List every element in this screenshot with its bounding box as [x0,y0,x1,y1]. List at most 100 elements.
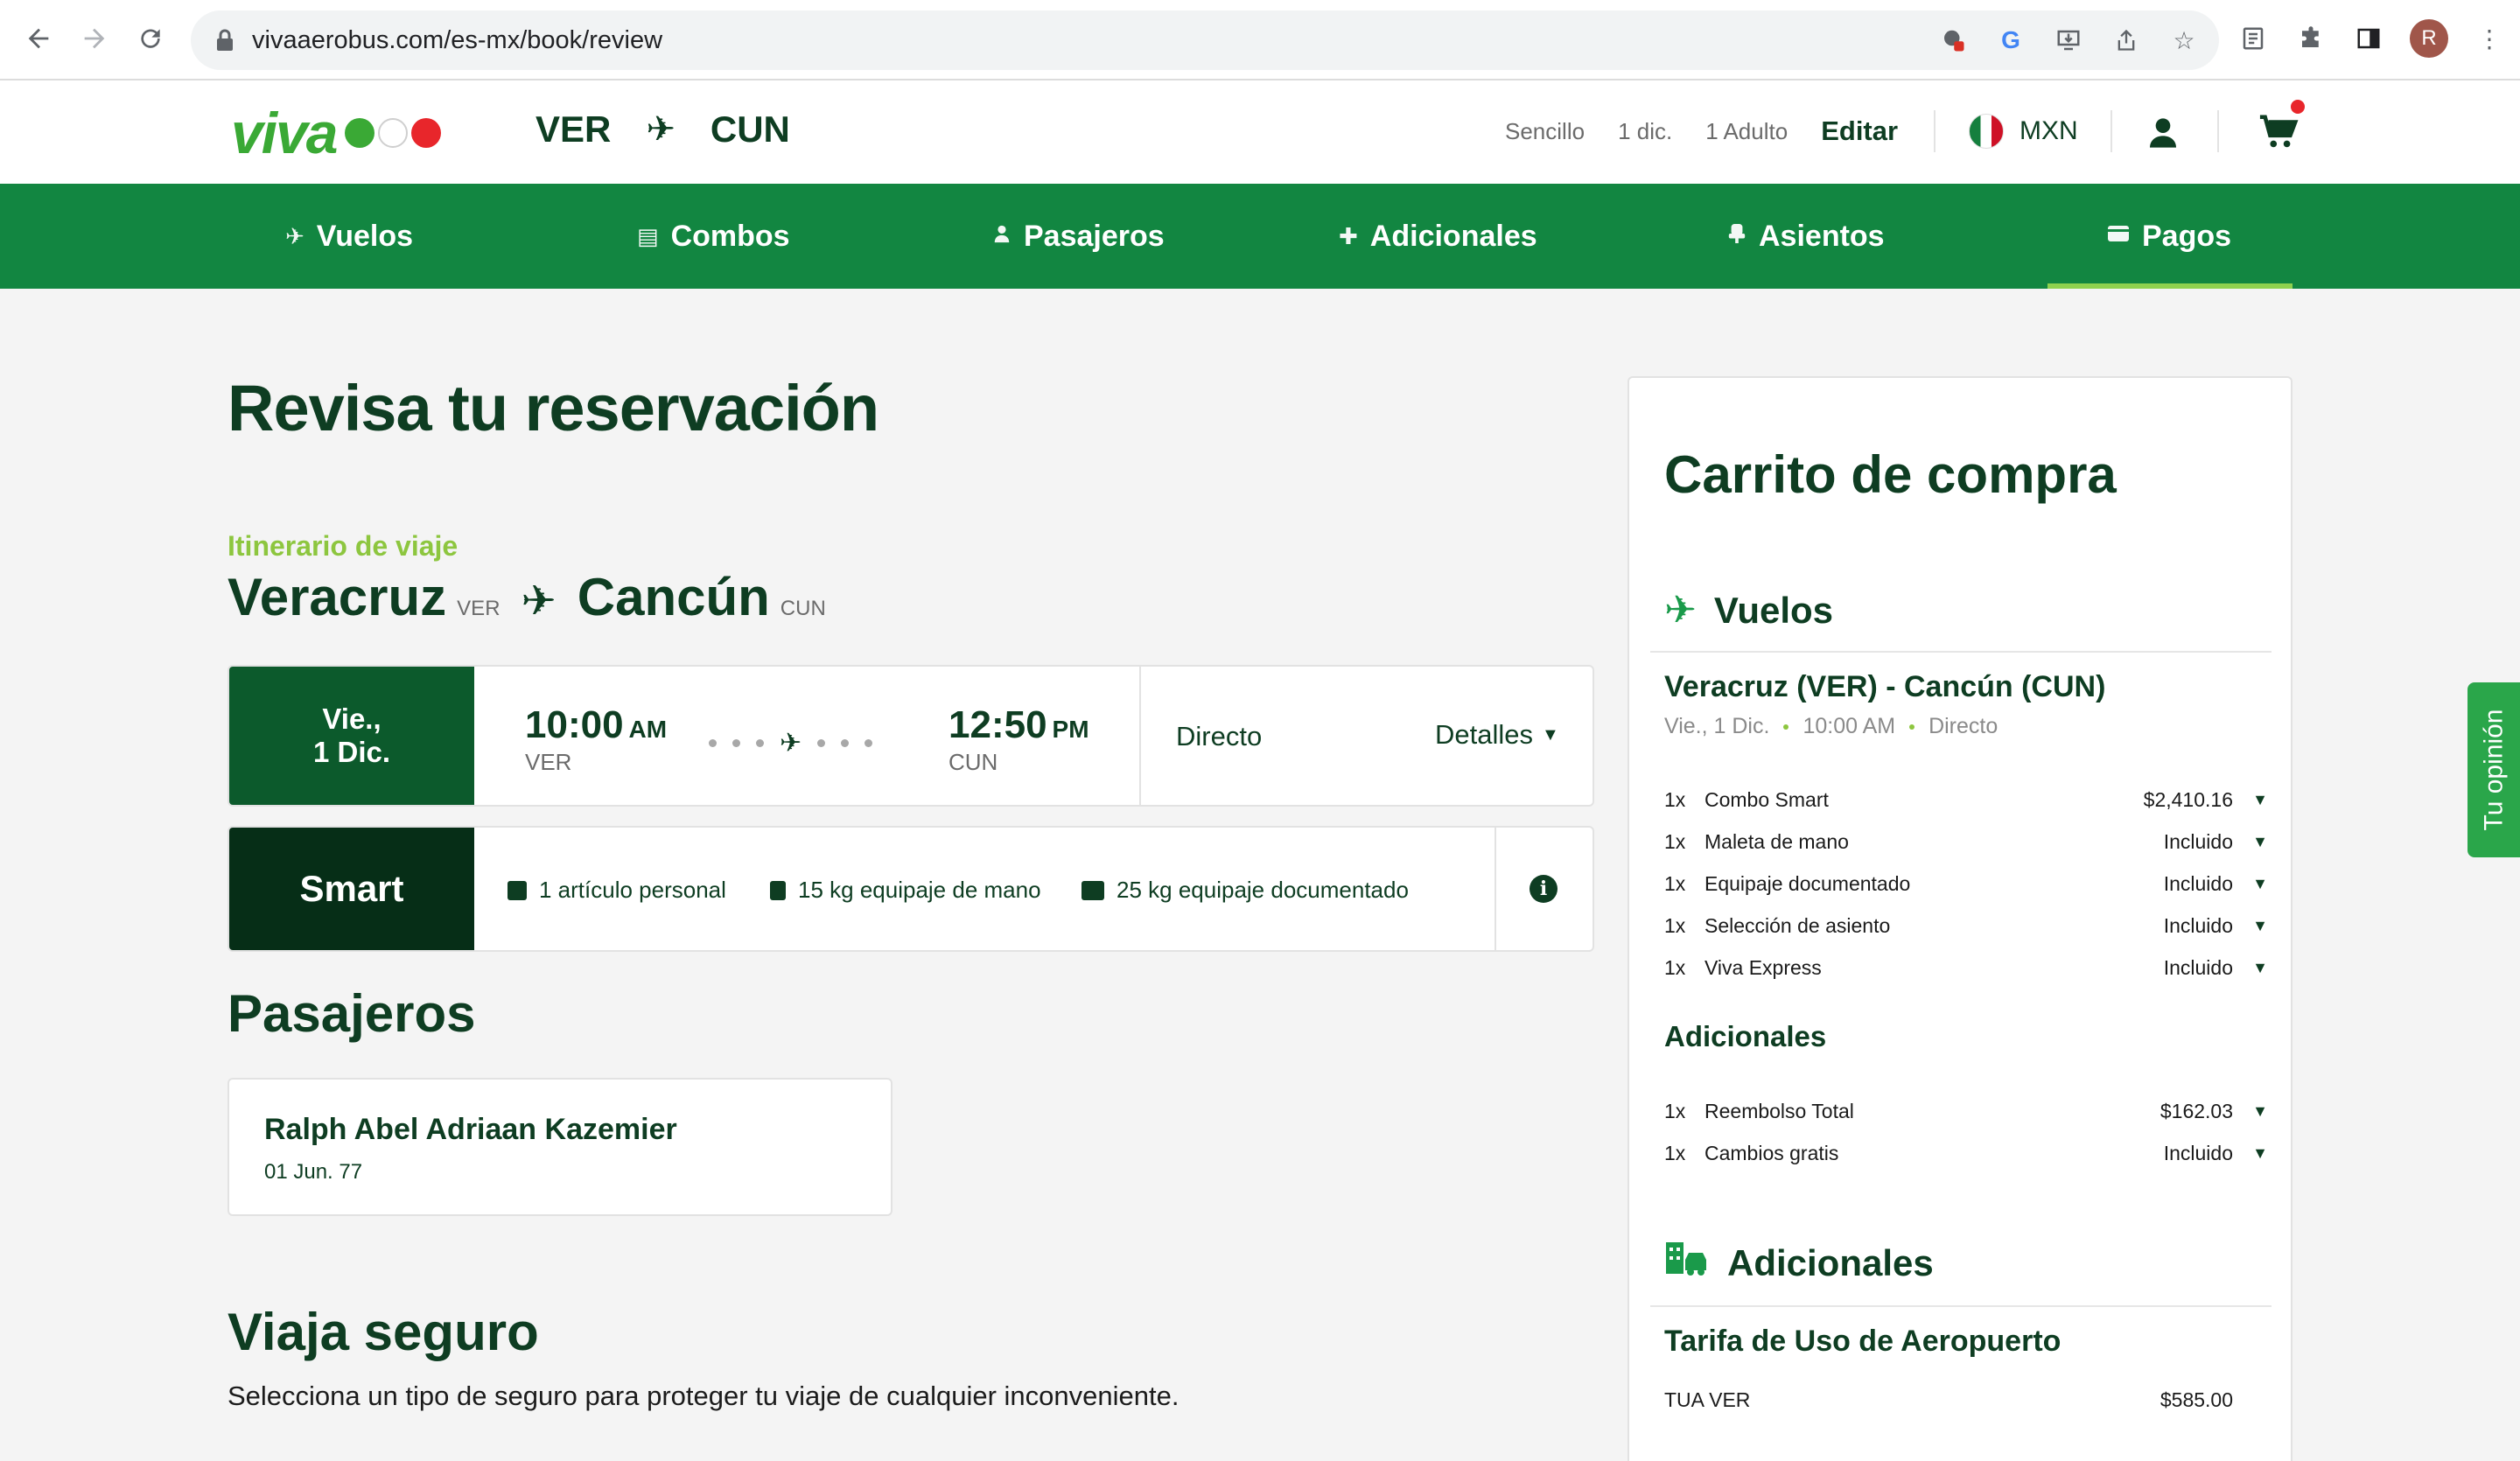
chevron-down-icon[interactable]: ▼ [2233,1144,2268,1163]
flight-date: 1 Dic. [312,736,391,768]
airplane-icon: ✈ [1664,589,1697,632]
origin-city: Veracruz [228,568,447,626]
cart-item[interactable]: 1x Cambios gratis Incluido ▼ [1664,1136,2268,1171]
flight-path: ✈ [709,728,873,758]
chevron-down-icon[interactable]: ▼ [2233,875,2268,893]
google-icon[interactable]: G [1995,24,2026,56]
viva-logo[interactable]: viva [231,100,442,166]
passenger-dob: 01 Jun. 77 [264,1160,363,1184]
chevron-down-icon: ▼ [1542,724,1559,744]
header-divider [2217,110,2219,152]
card-divider [1139,667,1141,805]
departure-time-block: 10:00 AM VER [525,703,668,775]
logo-dots [345,118,442,148]
address-bar[interactable]: vivaaerobus.com/es-mx/book/review G ☆ [191,10,2219,70]
departure-time: 10:00 [525,703,624,746]
chevron-down-icon[interactable]: ▼ [2233,791,2268,809]
step-asientos[interactable]: Asientos [1727,184,1885,289]
fare-card: Smart 1 artículo personal 15 kg equipaje… [228,826,1594,952]
passengers-heading: Pasajeros [228,984,476,1043]
url-text[interactable]: vivaaerobus.com/es-mx/book/review [252,26,662,55]
forward-arrow-icon[interactable] [74,17,116,59]
arrival-time: 12:50 [948,703,1047,746]
cart-item: TUA VER $585.00 [1664,1388,2233,1411]
shopping-cart-panel: Carrito de compra ✈ Vuelos Veracruz (VER… [1628,376,2292,1461]
airplane-icon: ✈ [780,729,802,758]
fare-feature: 15 kg equipaje de mano [770,877,1041,904]
passenger-name: Ralph Abel Adriaan Kazemier [264,1113,677,1146]
carry-on-icon [770,880,786,900]
header-origin: VER [536,108,612,150]
trip-summary: Sencillo 1 dic. 1 Adulto Editar [1505,115,1942,147]
cart-item[interactable]: 1x Equipaje documentado Incluido ▼ [1664,866,2268,901]
extensions-puzzle-icon[interactable] [2294,22,2328,55]
cart-item[interactable]: 1x Viva Express Incluido ▼ [1664,950,2268,985]
edit-search-link[interactable]: Editar [1821,115,1898,147]
step-adicionales[interactable]: ✚ Adicionales [1339,184,1537,289]
destination-city: Cancún [577,568,770,626]
airplane-icon: ✈ [285,222,304,249]
header-divider [1934,110,1936,152]
currency-selector[interactable]: MXN [1969,114,2078,149]
flight-day: Vie., [322,703,382,735]
chevron-down-icon[interactable]: ▼ [2233,1102,2268,1121]
fare-feature: 25 kg equipaje documentado [1082,877,1409,904]
cart-item[interactable]: 1x Combo Smart $2,410.16 ▼ [1664,782,2268,817]
install-app-icon[interactable] [2053,24,2084,56]
step-combos[interactable]: ▤ Combos [637,184,790,289]
cart-title: Carrito de compra [1664,445,2117,504]
itinerary-label: Itinerario de viaje [228,530,458,562]
chevron-down-icon[interactable]: ▼ [2233,959,2268,977]
cart-flights-heading: ✈ Vuelos [1664,589,1834,632]
header-destination: CUN [710,108,790,150]
flight-date-box: Vie., 1 Dic. [229,667,474,805]
combo-icon: ▤ [637,222,659,249]
addons-icon: ✚ [1339,222,1358,249]
lock-icon[interactable] [215,29,234,52]
departure-code: VER [525,749,572,775]
booking-steps-nav: ✈ Vuelos ▤ Combos Pasajeros ✚ Adicionale… [0,184,2520,289]
building-car-icon [1664,1239,1710,1287]
cart-flight-info: Vie., 1 Dic. 10:00 AM Directo [1664,714,1998,738]
wallet-icon [2107,223,2130,250]
trip-date: 1 dic. [1618,117,1673,144]
step-pagos[interactable]: Pagos [2107,184,2231,289]
feedback-tab[interactable]: Tu opinión [2468,682,2520,857]
shopping-cart-icon[interactable] [2258,112,2300,152]
back-arrow-icon[interactable] [18,17,60,59]
cart-extras-heading: Adicionales [1664,1239,1934,1287]
cart-item[interactable]: 1x Reembolso Total $162.03 ▼ [1664,1094,2268,1129]
chevron-down-icon[interactable]: ▼ [2233,833,2268,851]
step-pasajeros[interactable]: Pasajeros [992,184,1165,289]
flight-card: Vie., 1 Dic. 10:00 AM VER ✈ 12:50 PM CUN D… [228,665,1594,807]
person-icon [992,222,1012,251]
insurance-heading: Viaja seguro [228,1303,539,1361]
airplane-icon: ✈ [521,578,556,625]
reader-mode-icon[interactable] [2236,22,2270,55]
step-vuelos[interactable]: ✈ Vuelos [285,184,413,289]
user-account-icon[interactable] [2146,115,2180,150]
card-divider [1494,828,1496,950]
active-step-indicator [2048,283,2292,289]
cart-item[interactable]: 1x Maleta de mano Incluido ▼ [1664,824,2268,859]
more-menu-icon[interactable]: ⋮ [2473,22,2506,55]
chevron-down-icon[interactable]: ▼ [2233,917,2268,935]
reload-icon[interactable] [130,17,172,59]
cart-notification-dot [2291,100,2305,114]
mexico-flag-icon [1969,114,2004,149]
blocked-content-icon[interactable] [1937,24,1969,56]
info-icon[interactable]: i [1530,875,1558,903]
header-route: VER ✈ CUN [536,108,790,150]
bookmark-star-icon[interactable]: ☆ [2168,24,2200,56]
destination-code: CUN [780,597,826,620]
personal-item-icon [508,880,527,900]
share-icon[interactable] [2110,24,2142,56]
cart-item[interactable]: 1x Selección de asiento Incluido ▼ [1664,908,2268,943]
cart-divider [1650,1305,2272,1307]
details-toggle[interactable]: Detalles ▼ [1435,719,1559,751]
profile-avatar[interactable]: R [2410,19,2448,58]
airplane-icon: ✈ [646,110,676,149]
itinerary-route: Veracruz VER ✈ Cancún CUN [228,567,847,627]
cart-route: Veracruz (VER) - Cancún (CUN) [1664,670,2106,703]
side-panel-icon[interactable] [2352,22,2385,55]
